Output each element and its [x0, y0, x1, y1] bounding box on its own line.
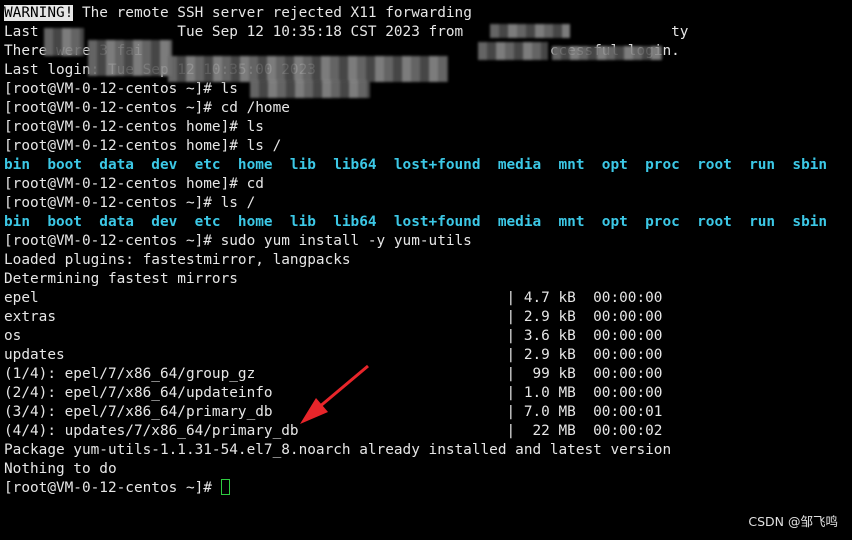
terminal-window[interactable]: WARNING! The remote SSH server rejected …	[0, 0, 852, 540]
annotation-arrow	[300, 364, 369, 424]
csdn-watermark: CSDN @邹飞鸣	[748, 514, 838, 529]
